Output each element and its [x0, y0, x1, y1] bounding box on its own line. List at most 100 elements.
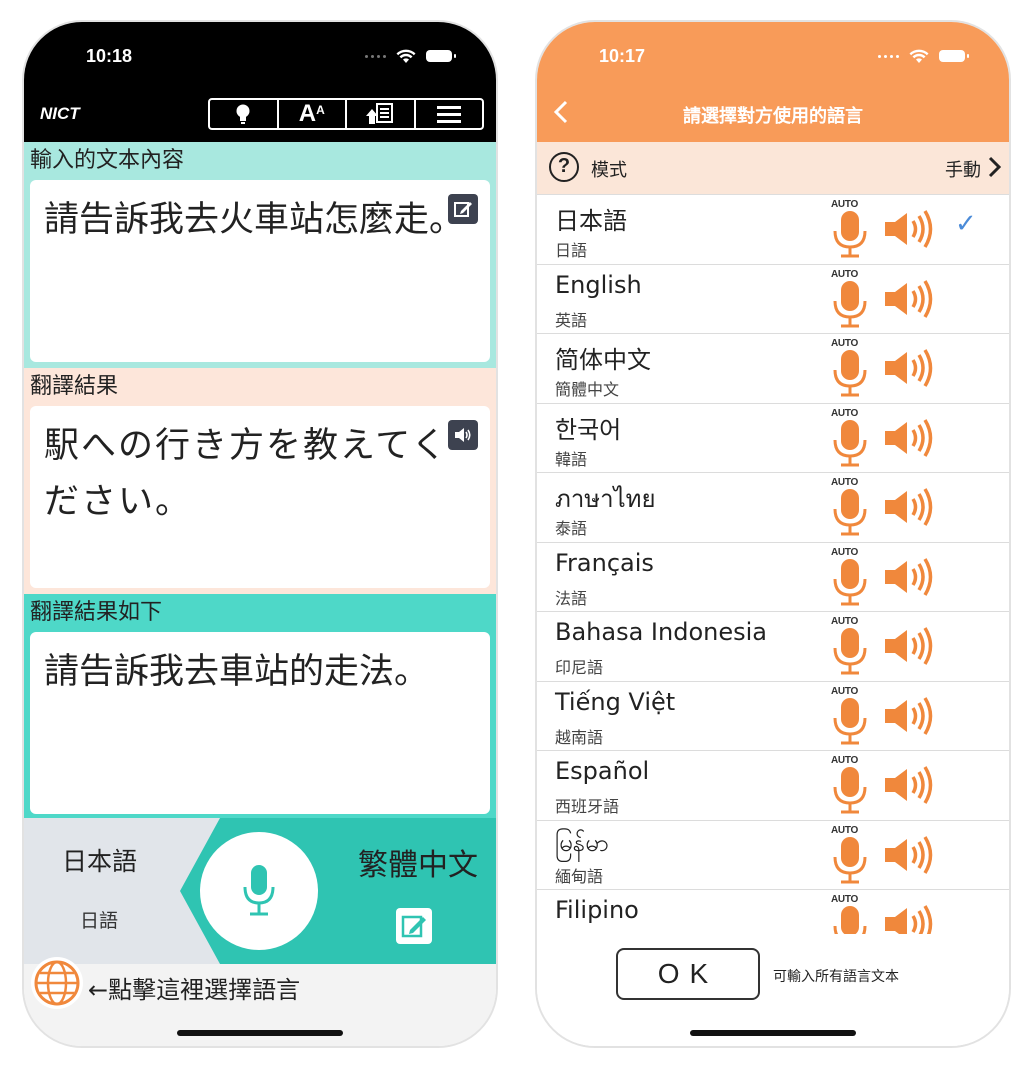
language-sub: 英語: [555, 310, 588, 330]
language-name: 简体中文: [555, 346, 651, 374]
language-row[interactable]: 日本語日語 AUTO ✓: [537, 195, 1009, 265]
mode-bar[interactable]: ? 模式 手動: [537, 142, 1009, 195]
speaker-icon[interactable]: [883, 763, 935, 807]
input-heading: 輸入的文本內容: [30, 148, 185, 173]
language-sub: 日語: [555, 241, 588, 260]
speaker-icon[interactable]: [883, 555, 935, 599]
checkmark-icon: ✓: [955, 209, 977, 239]
auto-microphone-icon[interactable]: AUTO: [825, 477, 877, 539]
language-name: 日本語: [555, 207, 627, 235]
back-translation-text: 請告訴我去車站的走法。: [44, 652, 430, 692]
language-row[interactable]: English 英語 AUTO: [537, 265, 1009, 334]
source-language-name: 日本語: [62, 847, 138, 876]
language-sub: 泰語: [555, 519, 588, 538]
page-title: 請選擇對方使用的語言: [683, 106, 863, 127]
input-text-box[interactable]: 請告訴我去火車站怎麼走。: [30, 180, 490, 362]
speaker-icon[interactable]: [883, 624, 935, 668]
source-language-button[interactable]: 日本語 日語: [24, 818, 220, 964]
language-row[interactable]: Tiếng Việt 越南語 AUTO: [537, 682, 1009, 751]
language-row[interactable]: ภาษาไทย 泰語 AUTO: [537, 473, 1009, 543]
auto-microphone-icon[interactable]: AUTO: [825, 825, 877, 887]
edit-icon[interactable]: [448, 194, 478, 224]
target-edit-icon[interactable]: [394, 906, 434, 946]
font-size-icon[interactable]: AA: [279, 100, 347, 128]
speaker-icon[interactable]: [883, 833, 935, 877]
speaker-icon[interactable]: [448, 420, 478, 450]
menu-icon[interactable]: [416, 100, 483, 128]
language-name: English: [555, 270, 642, 299]
ok-note: 可輸入所有語言文本: [773, 969, 899, 985]
input-section: 輸入的文本內容 請告訴我去火車站怎麼走。: [24, 142, 496, 368]
language-sub: 緬甸語: [555, 866, 604, 886]
auto-label: AUTO: [831, 338, 858, 349]
wifi-icon: [909, 49, 929, 63]
language-sub: 簡體中文: [555, 380, 620, 399]
source-language-sub: 日語: [80, 910, 119, 932]
mode-value: 手動: [945, 160, 981, 181]
auto-microphone-icon[interactable]: AUTO: [825, 755, 877, 817]
header: 10:17 請選擇對方使用的語言: [537, 22, 1009, 142]
input-text: 請告訴我去火車站怎麼走。: [44, 200, 465, 240]
result-heading: 翻譯結果: [30, 374, 119, 399]
speaker-icon[interactable]: [883, 346, 935, 390]
language-sub: 印尼語: [555, 658, 604, 677]
mic-button[interactable]: [200, 832, 318, 950]
auto-label: AUTO: [831, 824, 858, 836]
auto-label: AUTO: [831, 685, 858, 697]
auto-label: AUTO: [831, 894, 858, 905]
wifi-icon: [396, 49, 416, 63]
globe-icon[interactable]: [30, 956, 84, 1010]
result-text-box: 駅への行き方を教えてください。: [30, 406, 490, 588]
result-section: 翻譯結果 駅への行き方を教えてください。: [24, 368, 496, 594]
speaker-icon[interactable]: [883, 416, 935, 460]
mode-label: 模式: [591, 160, 627, 181]
speaker-icon[interactable]: [883, 207, 935, 251]
bulb-icon[interactable]: [210, 100, 279, 128]
auto-microphone-icon[interactable]: AUTO: [825, 408, 877, 470]
auto-label: AUTO: [831, 755, 858, 766]
toolbar: AA: [208, 98, 484, 130]
battery-icon: [426, 50, 456, 62]
language-sub: 越南語: [555, 727, 604, 747]
signal-icon: [878, 54, 899, 58]
status-icons: [878, 46, 969, 66]
language-row[interactable]: Bahasa Indonesia 印尼語 AUTO: [537, 612, 1009, 682]
auto-microphone-icon[interactable]: AUTO: [825, 686, 877, 748]
language-name: Español: [555, 757, 650, 785]
phone-left-translation-screen: 10:18 NICT AA 輸入的文本內容 請告訴我去火車站怎麼走。 翻譯結果 …: [24, 22, 496, 1046]
language-row[interactable]: မြန်မာ 緬甸語 AUTO: [537, 821, 1009, 890]
language-row[interactable]: Français 法語 AUTO: [537, 543, 1009, 612]
help-icon[interactable]: ?: [549, 152, 579, 182]
auto-microphone-icon[interactable]: AUTO: [825, 199, 877, 261]
share-icon[interactable]: [347, 100, 416, 128]
target-language-name[interactable]: 繁體中文: [358, 840, 478, 884]
auto-label: AUTO: [831, 546, 858, 558]
language-row[interactable]: Español 西班牙語 AUTO: [537, 751, 1009, 821]
language-name: မြန်မာ: [555, 828, 609, 857]
speaker-icon[interactable]: [883, 485, 935, 529]
language-bar: 日本語 日語 繁體中文: [24, 818, 496, 964]
auto-label: AUTO: [831, 477, 858, 488]
language-row[interactable]: 한국어 韓語 AUTO: [537, 404, 1009, 473]
auto-label: AUTO: [831, 268, 858, 280]
home-indicator: [177, 1030, 343, 1036]
language-name: Filipino: [555, 896, 639, 924]
auto-microphone-icon[interactable]: AUTO: [825, 338, 877, 400]
speaker-icon[interactable]: [883, 277, 935, 321]
language-sub: 法語: [555, 588, 588, 608]
status-time: 10:17: [599, 46, 646, 66]
ok-button[interactable]: OK: [616, 948, 760, 1000]
language-name: 한국어: [555, 415, 622, 444]
auto-label: AUTO: [831, 407, 858, 419]
language-row[interactable]: 简体中文簡體中文 AUTO: [537, 334, 1009, 404]
auto-label: AUTO: [831, 199, 858, 210]
language-name: Bahasa Indonesia: [555, 618, 767, 646]
auto-microphone-icon[interactable]: AUTO: [825, 547, 877, 609]
home-indicator: [690, 1030, 856, 1036]
nict-logo: NICT: [40, 104, 80, 123]
auto-microphone-icon[interactable]: AUTO: [825, 269, 877, 331]
speaker-icon[interactable]: [883, 694, 935, 738]
status-icons: [365, 46, 456, 66]
language-name: Tiếng Việt: [555, 687, 676, 716]
auto-microphone-icon[interactable]: AUTO: [825, 616, 877, 678]
